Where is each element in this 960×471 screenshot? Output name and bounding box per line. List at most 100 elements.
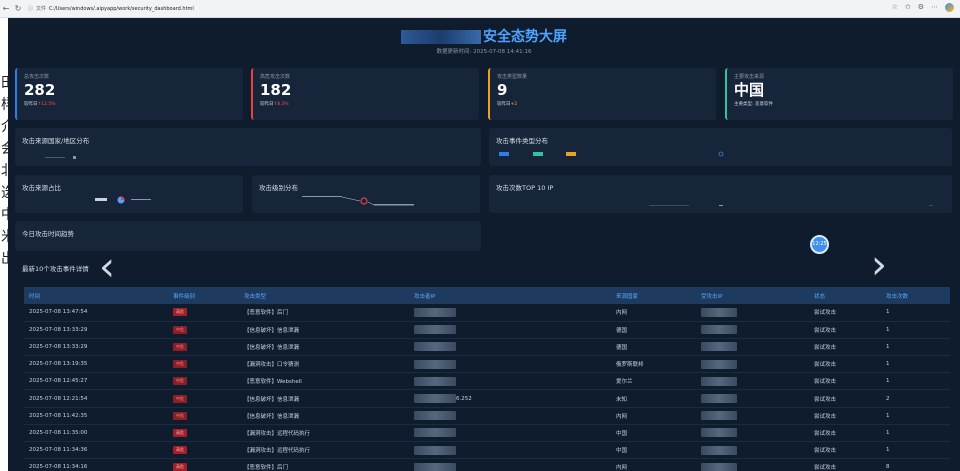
extensions-icon[interactable]: ⚙ [918, 3, 924, 12]
back-icon[interactable]: ← [0, 4, 12, 13]
stat-card-main-source: 主要攻击来源 中国 主要类型: 恶意软件 [725, 68, 953, 120]
table-row[interactable]: 2025-07-08 13:19:35 中危 【漏洞攻击】口令猜测 俄罗斯联邦 … [24, 355, 950, 374]
cell-country: 内网 [611, 458, 696, 471]
source-pie-placeholder [95, 196, 151, 204]
cell-time: 2025-07-08 11:34:16 [24, 458, 168, 471]
cell-status: 尝试攻击 [809, 304, 881, 322]
redacted-ip [701, 411, 737, 421]
table-row[interactable]: 2025-07-08 11:34:16 高危 【恶意软件】后门 内网 尝试攻击 … [24, 458, 950, 471]
col-header-time[interactable]: 时间 [24, 287, 168, 304]
more-icon[interactable]: ⋯ [931, 3, 938, 12]
col-header-count[interactable]: 攻击次数 [881, 287, 950, 304]
cell-country: 德国 [611, 338, 696, 357]
severity-badge: 中危 [173, 325, 187, 334]
panel-title: 攻击次数TOP 10 IP [496, 184, 554, 192]
redacted-ip [701, 376, 737, 386]
cell-count: 1 [881, 424, 950, 443]
table-row[interactable]: 2025-07-08 11:42:35 中危 【信息破坏】信息泄漏 内网 尝试攻… [24, 407, 950, 425]
stat-compare-label: 较昨日 [497, 102, 511, 107]
cell-type: 【信息破坏】信息泄漏 [239, 407, 409, 425]
stat-compare: 较昨日+2 [497, 101, 709, 107]
cell-country: 内网 [611, 407, 696, 425]
cell-status: 尝试攻击 [809, 338, 881, 357]
cell-src-ip [409, 458, 611, 471]
redacted-ip [701, 462, 737, 471]
cell-country: 德国 [611, 321, 696, 339]
cell-level: 中危 [168, 355, 239, 374]
cell-country: 爱尔兰 [611, 372, 696, 391]
col-header-src-ip[interactable]: 攻击者IP [409, 287, 611, 304]
cell-dst-ip [696, 338, 809, 357]
panel-source-ratio: 攻击来源占比 [15, 175, 243, 213]
table-row[interactable]: 2025-07-08 12:21:54 中危 【信息破坏】信息泄漏 6.252 … [24, 389, 950, 408]
profile-avatar[interactable] [945, 3, 954, 12]
cell-count: 8 [881, 458, 950, 471]
table-row[interactable]: 2025-07-08 12:45:27 中危 【恶意软件】Webshell 爱尔… [24, 372, 950, 391]
trend-tooltip-bubble[interactable]: 12:25 [810, 235, 829, 254]
address-bar[interactable]: ⓘ 文件 C:/Users/windows/.aipyapp/work/secu… [28, 5, 194, 13]
cell-src-ip [409, 338, 611, 357]
stat-compare-label: 较昨日 [24, 102, 38, 107]
cell-type: 【恶意软件】Webshell [239, 372, 409, 391]
table-row[interactable]: 2025-07-08 13:47:54 高危 【恶意软件】后门 内网 尝试攻击 … [24, 304, 950, 322]
cell-status: 尝试攻击 [809, 458, 881, 471]
redacted-ip [414, 376, 456, 386]
col-header-level[interactable]: 事件级别 [168, 287, 239, 304]
redacted-ip [414, 445, 456, 455]
severity-badge: 高危 [173, 446, 187, 455]
cell-level: 中危 [168, 407, 239, 425]
cell-country: 中国 [611, 424, 696, 443]
cell-time: 2025-07-08 11:42:35 [24, 407, 168, 425]
redacted-ip [701, 325, 737, 335]
favorites-icon[interactable]: ✩ [905, 3, 911, 12]
legend-swatch-green [533, 152, 543, 156]
type-legend [499, 151, 724, 157]
cell-type: 【恶意软件】后门 [239, 304, 409, 322]
cell-type: 【恶意软件】后门 [239, 458, 409, 471]
severity-badge: 高危 [173, 463, 187, 471]
cell-type: 【漏洞攻击】远程代码执行 [239, 424, 409, 443]
col-header-country[interactable]: 来源国家 [611, 287, 696, 304]
redacted-ip [701, 394, 737, 404]
cell-country: 俄罗斯联邦 [611, 355, 696, 374]
cell-country: 未知 [611, 389, 696, 408]
stat-compare-label: 主要类型: 恶意软件 [734, 102, 773, 107]
cell-time: 2025-07-08 13:33:29 [24, 338, 168, 357]
panel-title: 攻击来源国家/地区分布 [22, 137, 90, 145]
cell-dst-ip [696, 321, 809, 339]
cell-dst-ip [696, 389, 809, 408]
cell-count: 1 [881, 355, 950, 374]
star-icon[interactable]: ☆ [892, 3, 898, 12]
stat-card-high-risk: 高危攻击次数 182 较昨日↑8.3% [251, 68, 479, 120]
cell-src-ip [409, 321, 611, 339]
legend-dot [718, 151, 724, 157]
panel-severity: 攻击级别分布 [252, 175, 480, 213]
table-row[interactable]: 2025-07-08 13:33:29 中危 【信息破坏】信息泄漏 德国 尝试攻… [24, 338, 950, 357]
cell-dst-ip [696, 441, 809, 460]
cell-dst-ip [696, 372, 809, 391]
panel-title: 最新10个攻击事件详情 [22, 265, 89, 273]
panel-title: 攻击事件类型分布 [496, 137, 548, 145]
redacted-ip [414, 462, 456, 471]
cell-src-ip [409, 441, 611, 460]
panel-event-types: 攻击事件类型分布 [489, 128, 952, 166]
cell-count: 1 [881, 441, 950, 460]
severity-badge: 高危 [173, 308, 187, 317]
col-header-status[interactable]: 状态 [809, 287, 881, 304]
redacted-ip [701, 307, 737, 317]
table-row[interactable]: 2025-07-08 13:33:29 中危 【信息破坏】信息泄漏 德国 尝试攻… [24, 321, 950, 339]
col-header-type[interactable]: 攻击类型 [239, 287, 409, 304]
severity-badge: 中危 [173, 411, 187, 420]
table-row[interactable]: 2025-07-08 11:34:36 高危 【漏洞攻击】远程代码执行 中国 尝… [24, 441, 950, 460]
cell-time: 2025-07-08 11:34:36 [24, 441, 168, 460]
reload-icon[interactable]: ↻ [12, 4, 24, 13]
update-time: 数据更新时间: 2025-07-08 14:41:16 [436, 49, 532, 55]
col-header-dst-ip[interactable]: 受攻击IP [696, 287, 809, 304]
severity-badge: 中危 [173, 377, 187, 386]
cell-level: 中危 [168, 321, 239, 339]
cell-status: 尝试攻击 [809, 372, 881, 391]
cell-type: 【信息破坏】信息泄漏 [239, 321, 409, 339]
redacted-ip [414, 428, 456, 438]
cell-level: 高危 [168, 304, 239, 322]
table-row[interactable]: 2025-07-08 11:35:00 高危 【漏洞攻击】远程代码执行 中国 尝… [24, 424, 950, 443]
